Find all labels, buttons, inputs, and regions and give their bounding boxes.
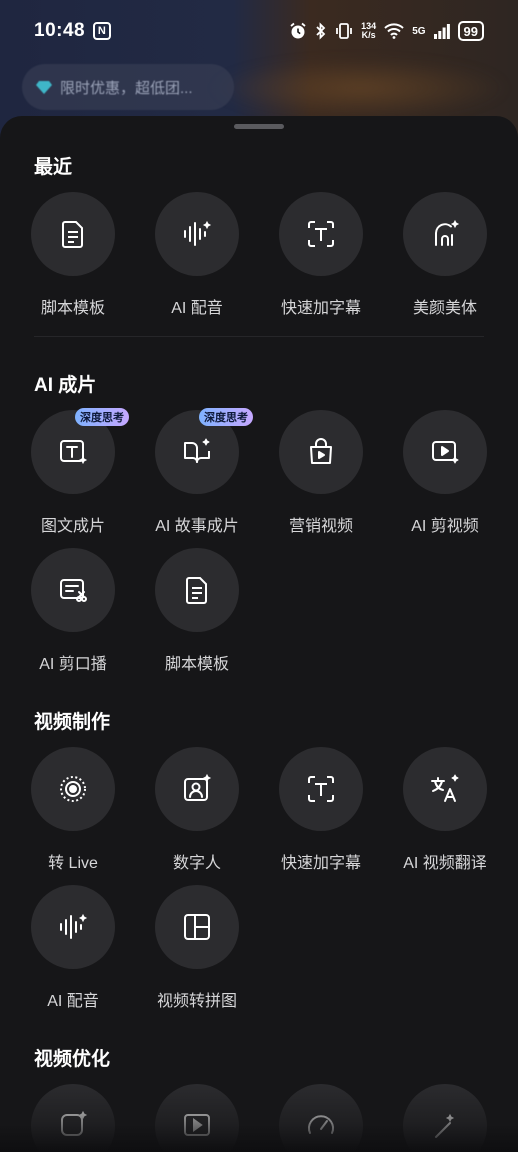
live-circle-icon — [60, 776, 86, 802]
tool-ai-story-video[interactable]: 深度思考 AI 故事成片 — [135, 408, 259, 536]
translate-icon — [431, 774, 459, 802]
battery-indicator: 99 — [457, 21, 484, 41]
tool-quick-subtitles-2[interactable]: 快速加字幕 — [259, 747, 383, 873]
wifi-icon — [384, 23, 404, 39]
script-scissors-icon — [60, 579, 87, 602]
tool-icon-circle: 深度思考 — [31, 408, 129, 494]
tool-label: 快速加字幕 — [280, 300, 361, 317]
tool-ai-video-translate[interactable]: AI 视频翻译 — [383, 747, 507, 873]
tool-label: AI 剪口播 — [39, 656, 107, 673]
tool-icon-circle — [31, 747, 115, 831]
tool-label: 快速加字幕 — [280, 855, 361, 872]
tool-marketing-video[interactable]: 营销视频 — [259, 410, 383, 536]
section-title-video-make: 视频制作 — [34, 712, 111, 733]
bluetooth-icon — [316, 22, 326, 40]
tool-icon-circle: 深度思考 — [155, 408, 253, 494]
promo-text: 限时优惠，超低团... — [60, 79, 193, 97]
tool-to-live[interactable]: 转 Live — [11, 747, 135, 873]
book-sparkle-icon — [184, 438, 210, 463]
tool-quick-subtitles[interactable]: 快速加字幕 — [259, 192, 383, 318]
collage-icon — [184, 914, 210, 940]
tool-ai-talk-edit[interactable]: AI 剪口播 — [11, 548, 135, 674]
status-bar: 10:48 N 134 K/s 5G 99 — [0, 0, 518, 62]
network-type: 5G — [412, 25, 426, 37]
tool-icon-circle — [403, 410, 487, 494]
status-icons: 134 K/s 5G 99 — [289, 21, 484, 41]
voice-wave-icon — [60, 913, 88, 939]
tool-label: 脚本模板 — [40, 300, 105, 317]
tool-label: 数字人 — [172, 855, 221, 872]
diamond-icon — [36, 81, 52, 94]
voice-wave-icon — [184, 220, 212, 246]
text-frame-icon — [308, 221, 334, 247]
tool-icon-circle — [31, 885, 115, 969]
tool-ai-video-edit[interactable]: AI 剪视频 — [383, 410, 507, 536]
tool-icon-circle — [403, 747, 487, 831]
section-title-ai-film: AI 成片 — [34, 375, 97, 396]
text-frame-icon — [308, 776, 334, 802]
section-title-recent: 最近 — [34, 157, 73, 178]
section-title-video-optimize: 视频优化 — [34, 1049, 111, 1070]
tool-label: 脚本模板 — [164, 656, 229, 673]
tool-label: 营销视频 — [288, 518, 353, 535]
vibrate-icon — [336, 23, 353, 39]
section-divider — [34, 336, 484, 337]
tool-script-template[interactable]: 脚本模板 — [11, 192, 135, 318]
tool-icon-circle — [155, 747, 239, 831]
document-icon — [186, 577, 207, 604]
promo-search-bar[interactable]: 限时优惠，超低团... — [22, 64, 234, 110]
tool-video-to-collage[interactable]: 视频转拼图 — [135, 885, 259, 1011]
tool-icon-circle — [31, 192, 115, 276]
time-text: 10:48 — [34, 20, 86, 41]
digital-human-icon — [184, 773, 212, 801]
text-image-sparkle-icon — [60, 440, 88, 465]
tool-label: AI 视频翻译 — [403, 855, 487, 872]
drag-handle[interactable] — [234, 124, 284, 129]
shopping-bag-play-icon — [310, 438, 332, 464]
deep-thinking-badge: 深度思考 — [75, 408, 129, 426]
tool-icon-circle — [155, 885, 239, 969]
tool-label: 图文成片 — [40, 518, 105, 535]
tools-bottom-sheet: 最近 脚本模板 AI 配音 快速加字幕 美颜美体 AI 成片 深度思考 图文成片 — [0, 116, 518, 1152]
tool-icon-circle — [279, 410, 363, 494]
alarm-icon — [290, 22, 306, 39]
tool-label: 视频转拼图 — [156, 993, 237, 1010]
deep-thinking-badge: 深度思考 — [199, 408, 253, 426]
tool-digital-human[interactable]: 数字人 — [135, 747, 259, 873]
beauty-face-icon — [435, 219, 460, 246]
tool-beauty-body[interactable]: 美颜美体 — [383, 192, 507, 318]
clock: 10:48 N — [34, 20, 112, 42]
tool-icon-circle — [403, 192, 487, 276]
tool-icon-circle — [155, 192, 239, 276]
tool-label: 美颜美体 — [412, 300, 477, 317]
tool-label: AI 剪视频 — [411, 518, 479, 535]
nfc-icon: N — [93, 22, 112, 40]
signal-icon — [433, 24, 450, 39]
tool-script-template-2[interactable]: 脚本模板 — [135, 548, 259, 674]
network-speed: 134 K/s — [361, 21, 377, 40]
video-sparkle-icon — [432, 441, 459, 464]
tool-label: AI 故事成片 — [155, 518, 239, 535]
tool-ai-dubbing[interactable]: AI 配音 — [135, 192, 259, 318]
tool-ai-dubbing-2[interactable]: AI 配音 — [11, 885, 135, 1011]
document-icon — [62, 221, 83, 248]
tool-icon-circle — [155, 548, 239, 632]
tool-label: AI 配音 — [171, 300, 223, 317]
tool-label: 转 Live — [48, 855, 98, 872]
tool-text-to-video[interactable]: 深度思考 图文成片 — [11, 408, 135, 536]
tool-icon-circle — [31, 548, 115, 632]
bottom-fade — [0, 1082, 518, 1152]
tool-icon-circle — [279, 192, 363, 276]
tool-icon-circle — [279, 747, 363, 831]
tool-label: AI 配音 — [47, 993, 99, 1010]
